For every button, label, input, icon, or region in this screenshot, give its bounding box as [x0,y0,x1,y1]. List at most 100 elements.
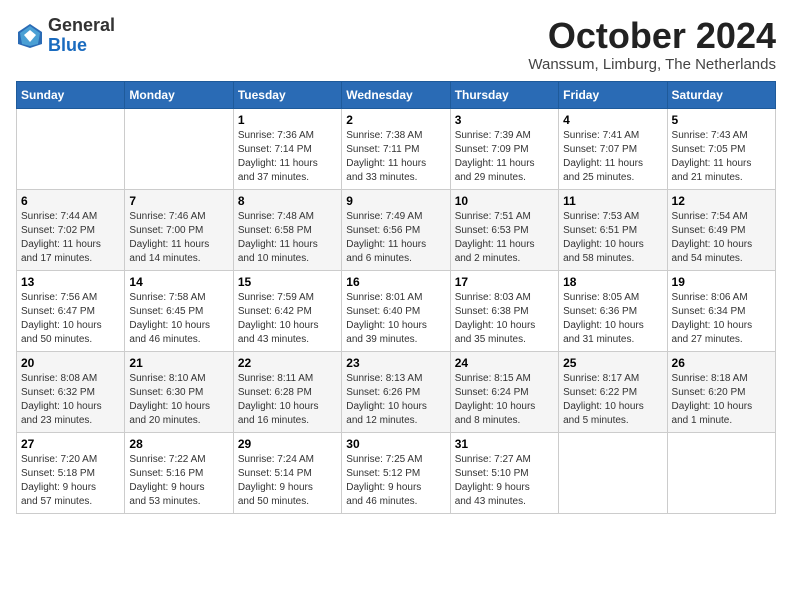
day-info: Sunrise: 8:17 AM Sunset: 6:22 PM Dayligh… [563,372,662,428]
weekday-header: Tuesday [233,81,341,108]
day-info: Sunrise: 7:46 AM Sunset: 7:00 PM Dayligh… [129,210,228,266]
day-info: Sunrise: 7:44 AM Sunset: 7:02 PM Dayligh… [21,210,120,266]
calendar-cell: 11 Sunrise: 7:53 AM Sunset: 6:51 PM Dayli… [559,189,667,270]
day-number: 23 [346,356,445,370]
day-number: 5 [672,113,771,127]
calendar-cell: 31Sunrise: 7:27 AM Sunset: 5:10 PM Dayli… [450,432,558,513]
day-number: 20 [21,356,120,370]
day-info: Sunrise: 8:15 AM Sunset: 6:24 PM Dayligh… [455,372,554,428]
calendar-cell: 13 Sunrise: 7:56 AM Sunset: 6:47 PM Dayli… [17,270,125,351]
calendar-cell: 28Sunrise: 7:22 AM Sunset: 5:16 PM Dayli… [125,432,233,513]
weekday-header: Saturday [667,81,775,108]
day-number: 1 [238,113,337,127]
weekday-header: Wednesday [342,81,450,108]
calendar-cell: 23 Sunrise: 8:13 AM Sunset: 6:26 PM Dayli… [342,351,450,432]
calendar-cell: 18Sunrise: 8:05 AM Sunset: 6:36 PM Dayli… [559,270,667,351]
calendar-cell: 12 Sunrise: 7:54 AM Sunset: 6:49 PM Dayli… [667,189,775,270]
day-info: Sunrise: 8:08 AM Sunset: 6:32 PM Dayligh… [21,372,120,428]
day-number: 3 [455,113,554,127]
day-info: Sunrise: 7:20 AM Sunset: 5:18 PM Dayligh… [21,453,120,509]
day-info: Sunrise: 8:06 AM Sunset: 6:34 PM Dayligh… [672,291,771,347]
day-info: Sunrise: 7:51 AM Sunset: 6:53 PM Dayligh… [455,210,554,266]
day-number: 13 [21,275,120,289]
day-number: 22 [238,356,337,370]
day-info: Sunrise: 7:43 AM Sunset: 7:05 PM Dayligh… [672,129,771,185]
day-number: 16 [346,275,445,289]
day-number: 21 [129,356,228,370]
day-number: 18 [563,275,662,289]
day-info: Sunrise: 7:49 AM Sunset: 6:56 PM Dayligh… [346,210,445,266]
day-number: 29 [238,437,337,451]
page-header: General Blue October 2024 Wanssum, Limbu… [16,16,776,73]
weekday-header: Friday [559,81,667,108]
calendar-cell: 19Sunrise: 8:06 AM Sunset: 6:34 PM Dayli… [667,270,775,351]
calendar-cell: 7 Sunrise: 7:46 AM Sunset: 7:00 PM Daylig… [125,189,233,270]
day-info: Sunrise: 8:01 AM Sunset: 6:40 PM Dayligh… [346,291,445,347]
logo-blue-text: Blue [48,35,87,55]
calendar-cell: 5 Sunrise: 7:43 AM Sunset: 7:05 PM Daylig… [667,108,775,189]
calendar-week-row: 1 Sunrise: 7:36 AM Sunset: 7:14 PM Daylig… [17,108,776,189]
title-block: October 2024 Wanssum, Limburg, The Nethe… [528,16,776,73]
calendar-cell [667,432,775,513]
calendar-cell: 27 Sunrise: 7:20 AM Sunset: 5:18 PM Dayli… [17,432,125,513]
calendar-cell: 15 Sunrise: 7:59 AM Sunset: 6:42 PM Dayli… [233,270,341,351]
calendar-cell: 1 Sunrise: 7:36 AM Sunset: 7:14 PM Daylig… [233,108,341,189]
calendar-cell: 6 Sunrise: 7:44 AM Sunset: 7:02 PM Daylig… [17,189,125,270]
calendar-cell: 3Sunrise: 7:39 AM Sunset: 7:09 PM Daylig… [450,108,558,189]
calendar-cell: 26Sunrise: 8:18 AM Sunset: 6:20 PM Dayli… [667,351,775,432]
calendar-cell: 4Sunrise: 7:41 AM Sunset: 7:07 PM Daylig… [559,108,667,189]
calendar-cell: 9 Sunrise: 7:49 AM Sunset: 6:56 PM Daylig… [342,189,450,270]
calendar-table: SundayMondayTuesdayWednesdayThursdayFrid… [16,81,776,514]
day-number: 15 [238,275,337,289]
day-number: 17 [455,275,554,289]
day-number: 2 [346,113,445,127]
day-info: Sunrise: 7:22 AM Sunset: 5:16 PM Dayligh… [129,453,228,509]
day-info: Sunrise: 8:11 AM Sunset: 6:28 PM Dayligh… [238,372,337,428]
weekday-header: Thursday [450,81,558,108]
day-number: 8 [238,194,337,208]
day-number: 10 [455,194,554,208]
calendar-cell: 17Sunrise: 8:03 AM Sunset: 6:38 PM Dayli… [450,270,558,351]
day-info: Sunrise: 7:48 AM Sunset: 6:58 PM Dayligh… [238,210,337,266]
day-info: Sunrise: 7:27 AM Sunset: 5:10 PM Dayligh… [455,453,554,509]
calendar-week-row: 13 Sunrise: 7:56 AM Sunset: 6:47 PM Dayli… [17,270,776,351]
day-number: 27 [21,437,120,451]
logo-icon [16,22,44,50]
location-subtitle: Wanssum, Limburg, The Netherlands [528,56,776,73]
day-info: Sunrise: 7:36 AM Sunset: 7:14 PM Dayligh… [238,129,337,185]
day-info: Sunrise: 7:56 AM Sunset: 6:47 PM Dayligh… [21,291,120,347]
calendar-cell: 24Sunrise: 8:15 AM Sunset: 6:24 PM Dayli… [450,351,558,432]
day-number: 9 [346,194,445,208]
calendar-week-row: 20 Sunrise: 8:08 AM Sunset: 6:32 PM Dayli… [17,351,776,432]
day-info: Sunrise: 7:53 AM Sunset: 6:51 PM Dayligh… [563,210,662,266]
calendar-cell: 25 Sunrise: 8:17 AM Sunset: 6:22 PM Dayli… [559,351,667,432]
calendar-cell: 14 Sunrise: 7:58 AM Sunset: 6:45 PM Dayli… [125,270,233,351]
calendar-cell: 29Sunrise: 7:24 AM Sunset: 5:14 PM Dayli… [233,432,341,513]
calendar-cell: 16 Sunrise: 8:01 AM Sunset: 6:40 PM Dayli… [342,270,450,351]
day-number: 7 [129,194,228,208]
day-number: 25 [563,356,662,370]
day-number: 4 [563,113,662,127]
calendar-cell: 21Sunrise: 8:10 AM Sunset: 6:30 PM Dayli… [125,351,233,432]
calendar-cell [17,108,125,189]
day-info: Sunrise: 8:13 AM Sunset: 6:26 PM Dayligh… [346,372,445,428]
weekday-header: Monday [125,81,233,108]
weekday-header: Sunday [17,81,125,108]
day-info: Sunrise: 7:59 AM Sunset: 6:42 PM Dayligh… [238,291,337,347]
day-number: 30 [346,437,445,451]
day-info: Sunrise: 7:58 AM Sunset: 6:45 PM Dayligh… [129,291,228,347]
day-info: Sunrise: 7:25 AM Sunset: 5:12 PM Dayligh… [346,453,445,509]
day-number: 12 [672,194,771,208]
day-number: 11 [563,194,662,208]
logo: General Blue [16,16,115,56]
month-year-title: October 2024 [528,16,776,56]
calendar-cell [559,432,667,513]
day-info: Sunrise: 7:38 AM Sunset: 7:11 PM Dayligh… [346,129,445,185]
weekday-header-row: SundayMondayTuesdayWednesdayThursdayFrid… [17,81,776,108]
day-number: 26 [672,356,771,370]
day-number: 6 [21,194,120,208]
day-number: 14 [129,275,228,289]
day-info: Sunrise: 7:54 AM Sunset: 6:49 PM Dayligh… [672,210,771,266]
calendar-week-row: 27 Sunrise: 7:20 AM Sunset: 5:18 PM Dayli… [17,432,776,513]
calendar-cell: 8 Sunrise: 7:48 AM Sunset: 6:58 PM Daylig… [233,189,341,270]
